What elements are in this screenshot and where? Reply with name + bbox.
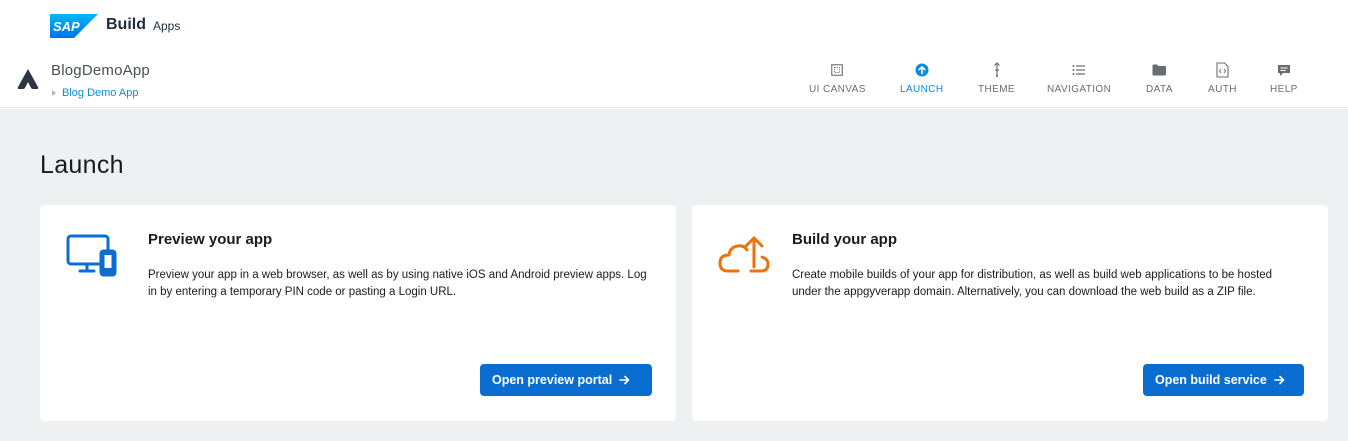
- card-description: Create mobile builds of your app for dis…: [792, 269, 1273, 298]
- tab-launch[interactable]: LAUNCH: [900, 62, 944, 95]
- sap-logo[interactable]: SAP: [50, 14, 98, 38]
- nav-label: AUTH: [1208, 84, 1237, 95]
- card-description: Preview your app in a web browser, as we…: [148, 269, 647, 298]
- svg-text:SAP: SAP: [53, 19, 80, 34]
- page-title: Launch: [40, 151, 124, 179]
- build-card: Build your app Create mobile builds of y…: [692, 205, 1328, 421]
- button-label: Open preview portal: [492, 373, 613, 387]
- product-subname: Apps: [153, 19, 181, 33]
- arrow-right-icon: [1274, 375, 1285, 385]
- app-name: BlogDemoApp: [51, 62, 150, 79]
- arrow-right-icon: [619, 375, 630, 385]
- product-name: Build: [106, 16, 146, 33]
- ui-canvas-icon: [829, 62, 845, 78]
- tab-help[interactable]: HELP: [1270, 62, 1298, 95]
- nav-label: UI CANVAS: [809, 84, 866, 95]
- shell-bar: SAP Build Apps: [0, 0, 1348, 52]
- launch-icon: [914, 62, 930, 78]
- main-content: Launch Preview your app Preview your app…: [0, 109, 1348, 441]
- tab-navigation[interactable]: NAVIGATION: [1047, 62, 1111, 95]
- breadcrumb: Blog Demo App: [52, 87, 138, 99]
- nav-label: LAUNCH: [900, 84, 944, 95]
- chat-icon: [1276, 62, 1292, 78]
- tab-ui-canvas[interactable]: UI CANVAS: [809, 62, 866, 95]
- button-label: Open build service: [1155, 373, 1267, 387]
- nav-label: DATA: [1146, 84, 1173, 95]
- breadcrumb-link[interactable]: Blog Demo App: [62, 87, 138, 99]
- open-build-service-button[interactable]: Open build service: [1143, 364, 1304, 396]
- card-title: Build your app: [792, 231, 897, 248]
- card-title: Preview your app: [148, 231, 273, 248]
- nav-label: NAVIGATION: [1047, 84, 1112, 95]
- nav-label: THEME: [978, 84, 1015, 95]
- theme-icon: [989, 62, 1005, 78]
- navigation-icon: [1071, 62, 1087, 78]
- tab-auth[interactable]: AUTH: [1208, 62, 1237, 95]
- app-header: BlogDemoApp Blog Demo App UI CANVAS LAUN…: [0, 52, 1348, 108]
- auth-icon: [1214, 62, 1230, 78]
- app-logo-icon: [17, 69, 39, 89]
- folder-icon: [1151, 62, 1167, 78]
- tab-theme[interactable]: THEME: [978, 62, 1015, 95]
- preview-card: Preview your app Preview your app in a w…: [40, 205, 676, 421]
- open-preview-portal-button[interactable]: Open preview portal: [480, 364, 652, 396]
- devices-icon: [66, 234, 117, 277]
- nav-label: HELP: [1270, 84, 1298, 95]
- cloud-upload-icon: [718, 236, 770, 273]
- breadcrumb-arrow-icon: [52, 90, 56, 96]
- tab-data[interactable]: DATA: [1146, 62, 1173, 95]
